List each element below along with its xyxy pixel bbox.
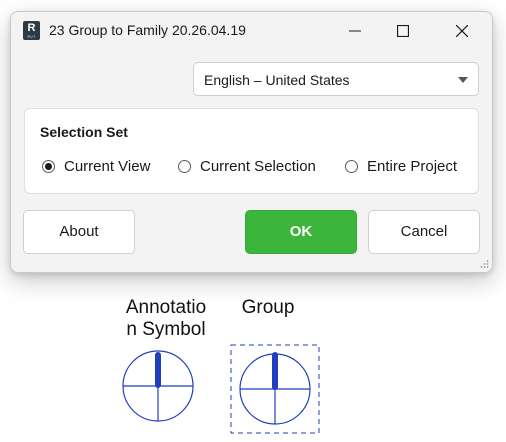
- minimize-button[interactable]: [332, 12, 378, 50]
- radio-indicator: [178, 160, 191, 173]
- app-icon-subtext: RVT: [27, 34, 36, 39]
- close-button[interactable]: [439, 12, 485, 50]
- dialog-window: R RVT 23 Group to Family 20.26.04.19 Eng…: [10, 11, 493, 273]
- selection-set-group: Selection Set Current View Current Selec…: [24, 108, 479, 194]
- selection-set-title: Selection Set: [40, 124, 128, 140]
- group-label: Group: [228, 297, 308, 319]
- radio-indicator-checked: [42, 160, 55, 173]
- radio-label: Entire Project: [367, 158, 458, 175]
- maximize-button[interactable]: [380, 12, 426, 50]
- chevron-down-icon: [458, 77, 468, 83]
- radio-label: Current Selection: [200, 158, 316, 175]
- title-bar[interactable]: R RVT 23 Group to Family 20.26.04.19: [11, 12, 492, 50]
- annotation-symbol[interactable]: [120, 348, 196, 424]
- minimize-icon: [349, 30, 361, 32]
- group-label-text: Group: [241, 297, 295, 318]
- annotation-symbol-label: Annotatio n Symbol: [118, 297, 214, 341]
- cancel-button[interactable]: Cancel: [368, 210, 480, 254]
- group-symbol[interactable]: [230, 344, 320, 434]
- about-button[interactable]: About: [23, 210, 135, 254]
- canvas: R RVT 23 Group to Family 20.26.04.19 Eng…: [0, 0, 506, 442]
- language-dropdown[interactable]: English – United States: [193, 62, 479, 96]
- close-icon: [456, 25, 468, 37]
- radio-label: Current View: [64, 158, 151, 175]
- app-icon-letter: R: [27, 22, 36, 34]
- revit-app-icon: R RVT: [23, 21, 40, 40]
- radio-indicator: [345, 160, 358, 173]
- ok-button[interactable]: OK: [245, 210, 357, 254]
- resize-grip-icon[interactable]: [479, 259, 489, 269]
- language-dropdown-value: English – United States: [204, 72, 350, 88]
- window-title: 23 Group to Family 20.26.04.19: [49, 22, 246, 38]
- maximize-icon: [397, 25, 409, 37]
- annotation-symbol-label-text: Annotatio n Symbol: [125, 297, 207, 340]
